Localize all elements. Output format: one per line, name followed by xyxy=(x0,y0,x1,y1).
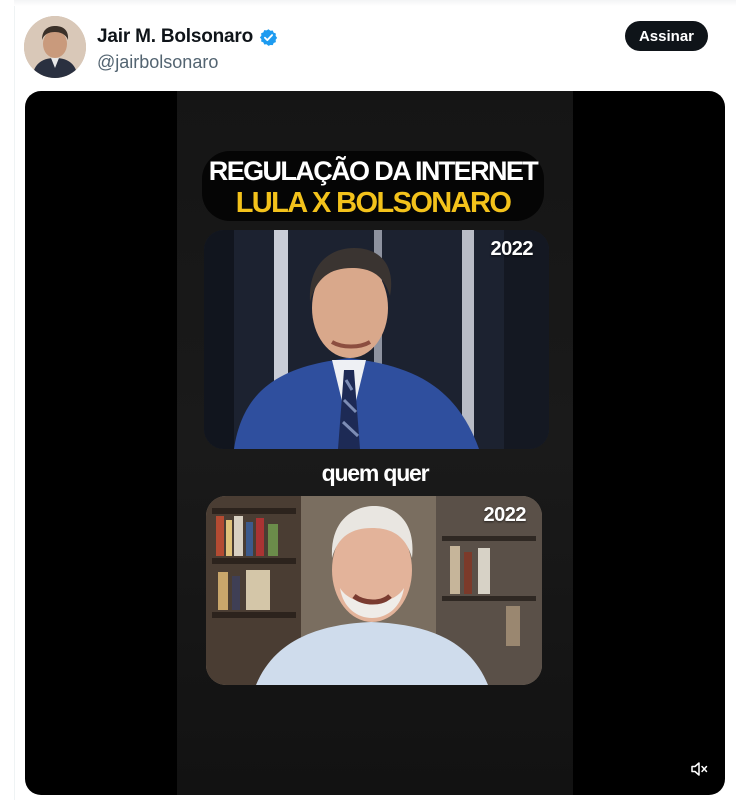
bottom-photo: 2022 xyxy=(206,496,542,685)
video-title-line2: LULA X BOLSONARO xyxy=(235,187,512,219)
author-handle[interactable]: @jairbolsonaro xyxy=(97,52,218,73)
bottom-year-label: 2022 xyxy=(483,504,527,526)
author-row: Jair M. Bolsonaro xyxy=(97,26,278,48)
verified-badge-icon xyxy=(259,28,278,46)
avatar[interactable] xyxy=(24,16,86,78)
video-caption: quem quer xyxy=(321,460,430,486)
avatar-photo xyxy=(24,16,86,78)
speaker-muted-icon[interactable] xyxy=(689,759,709,779)
timeline-border xyxy=(14,0,15,800)
subscribe-button[interactable]: Assinar xyxy=(624,21,708,51)
top-year-label: 2022 xyxy=(490,238,534,260)
video-title-line1: REGULAÇÃO DA INTERNET xyxy=(208,156,539,186)
video-frame: REGULAÇÃO DA INTERNET LULA X BOLSONARO 2… xyxy=(177,91,573,795)
author-name[interactable]: Jair M. Bolsonaro xyxy=(97,26,253,48)
top-photo: 2022 xyxy=(204,230,549,449)
post-header: Jair M. Bolsonaro @jairbolsonaro Assinar xyxy=(24,16,724,80)
video-player[interactable]: REGULAÇÃO DA INTERNET LULA X BOLSONARO 2… xyxy=(25,91,725,795)
speaker-in-suit-image xyxy=(204,230,549,449)
top-edge xyxy=(14,0,736,6)
video-title: REGULAÇÃO DA INTERNET LULA X BOLSONARO xyxy=(202,151,544,221)
